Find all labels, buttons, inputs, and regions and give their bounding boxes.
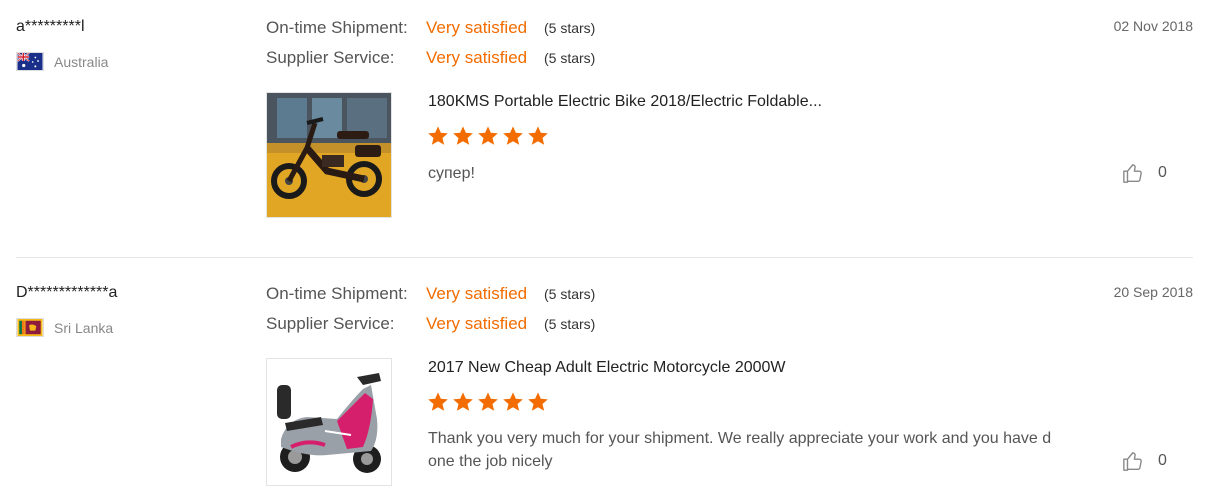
rating-on-time-shipment: On-time Shipment: Very satisfied (5 star… (266, 284, 595, 304)
product-image[interactable] (266, 358, 392, 486)
review-comment: Thank you very much for your shipment. W… (428, 430, 1052, 470)
rating-supplier-service: Supplier Service: Very satisfied (5 star… (266, 48, 595, 68)
rating-value: Very satisfied (426, 284, 528, 303)
rating-value: Very satisfied (426, 314, 528, 333)
review-date: 20 Sep 2018 (1113, 284, 1193, 300)
review-item: a*********l Australia On-time Shipment: … (0, 0, 1207, 258)
product-title-link[interactable]: 180KMS Portable Electric Bike 2018/Elect… (428, 93, 822, 111)
rating-value: Very satisfied (426, 18, 528, 37)
star-icon (428, 126, 448, 145)
star-icon (478, 392, 498, 411)
buyer-name: D*************a (16, 284, 118, 301)
sri-lanka-flag-icon (16, 318, 44, 337)
star-icon (478, 126, 498, 145)
product-star-rating (427, 391, 549, 413)
star-icon (503, 126, 523, 145)
helpful-button[interactable]: 0 (1122, 162, 1167, 184)
rating-stars-text: (5 stars) (544, 286, 596, 302)
buyer-name: a*********l (16, 18, 85, 35)
country-name: Sri Lanka (54, 319, 114, 336)
review-comment: супер! (428, 165, 475, 182)
country-name: Australia (54, 53, 109, 70)
buyer-country: Australia (16, 52, 108, 71)
star-icon (453, 392, 473, 411)
star-icon (428, 392, 448, 411)
star-icon (503, 392, 523, 411)
star-icon (528, 392, 548, 411)
electric-motorcycle-image (267, 359, 391, 485)
electric-bike-image (267, 93, 391, 217)
helpful-count: 0 (1158, 164, 1167, 181)
rating-stars-text: (5 stars) (544, 316, 596, 332)
review-item: D*************a Sri Lanka On-time Shipme… (0, 258, 1207, 497)
product-star-rating (427, 125, 549, 147)
rating-stars-text: (5 stars) (544, 20, 596, 36)
buyer-country: Sri Lanka (16, 318, 113, 337)
star-icon (453, 126, 473, 145)
review-date: 02 Nov 2018 (1113, 18, 1193, 34)
thumbs-up-icon (1123, 452, 1142, 471)
rating-supplier-service: Supplier Service: Very satisfied (5 star… (266, 314, 595, 334)
thumbs-up-icon (1123, 164, 1142, 183)
australia-flag-icon (16, 52, 44, 71)
rating-label: On-time Shipment: (266, 284, 408, 303)
rating-label: On-time Shipment: (266, 18, 408, 37)
rating-label: Supplier Service: (266, 48, 395, 67)
product-image[interactable] (266, 92, 392, 218)
rating-stars-text: (5 stars) (544, 50, 596, 66)
rating-value: Very satisfied (426, 48, 528, 67)
product-title-link[interactable]: 2017 New Cheap Adult Electric Motorcycle… (428, 359, 786, 377)
helpful-count: 0 (1158, 452, 1167, 469)
rating-on-time-shipment: On-time Shipment: Very satisfied (5 star… (266, 18, 595, 38)
helpful-button[interactable]: 0 (1122, 450, 1167, 472)
rating-label: Supplier Service: (266, 314, 395, 333)
star-icon (528, 126, 548, 145)
